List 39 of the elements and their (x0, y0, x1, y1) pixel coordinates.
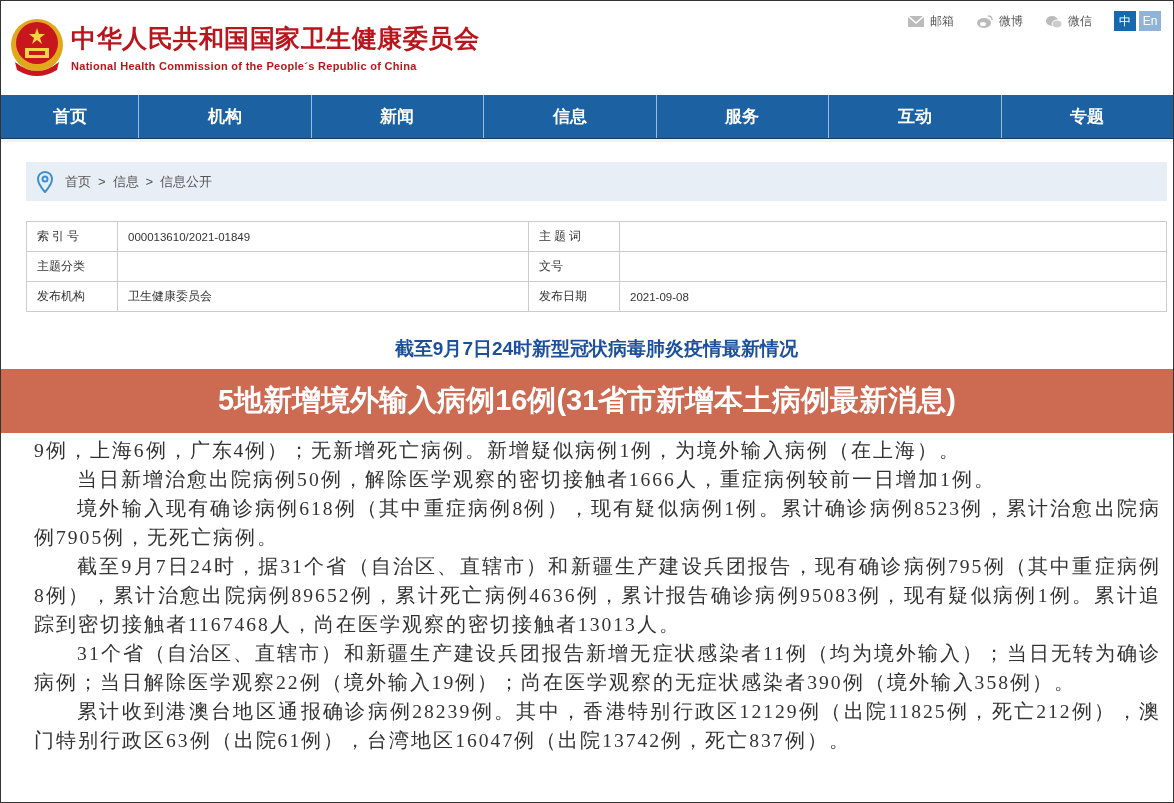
header-link[interactable]: 微博 (976, 12, 1023, 30)
language-button[interactable]: 中 (1114, 11, 1136, 31)
field-label: 发布机构 (37, 290, 85, 302)
headline-text: 5地新增境外输入病例16例(31省市新增本土病例最新消息) (218, 383, 956, 418)
breadcrumb-separator: > (98, 174, 106, 189)
article-paragraph: 累计收到港澳台地区通报确诊病例28239例。其中，香港特别行政区12129例（出院11825例，死亡212例），澳门特别行政区63例（出院61例），台湾地区16047例（出院13742例，死亡837例）。 (34, 700, 1161, 753)
location-pin-icon (37, 170, 53, 193)
nav-item[interactable]: 信息 (483, 95, 656, 138)
nav-item[interactable]: 新闻 (310, 95, 484, 138)
site-title: 中华人民共和国国家卫生健康委员会 (71, 23, 479, 54)
breadcrumb-link[interactable]: 信息 (112, 172, 139, 191)
nav-item[interactable]: 专题 (1000, 95, 1173, 138)
nav-item[interactable]: 机构 (138, 95, 311, 138)
field-label: 主题分类 (37, 260, 85, 272)
mail-icon (907, 13, 925, 29)
site-subtitle: National Health Commission of the People´s Republic of China (71, 60, 418, 72)
breadcrumb-separator: > (145, 174, 154, 189)
field-value: 000013610/2021-01849 (128, 230, 251, 243)
nav-item[interactable]: 首页 (1, 95, 139, 138)
header-link[interactable]: 微信 (1045, 12, 1092, 30)
header-link[interactable]: 邮箱 (907, 12, 954, 30)
field-value: 2021-09-08 (630, 290, 689, 303)
article-paragraph: 31个省（自治区、直辖市）和新疆生产建设兵团报告新增无症状感染者11例（均为境外输入）；当日无转为确诊病例；当日解除医学观察22例（境外输入19例）；尚在医学观察的无症状感染者390例（境外输入358例）。 (34, 642, 1161, 695)
article-paragraph: 9例，上海6例，广东4例）；无新增死亡病例。新增疑似病例1例，为境外输入病例（在上海）。 (34, 439, 963, 463)
article-paragraph: 截至9月7日24时，据31个省（自治区、直辖市）和新疆生产建设兵团报告，现有确诊病例795例（其中重症病例8例），累计治愈出院病例89652例，累计死亡病例4636例，累计报告确诊病例95083例，现有疑似病例1例。累计追踪到密切接触者1167468人，尚在医学观察的密切接触者13013人。 (34, 555, 1161, 637)
article-paragraph: 境外输入现有确诊病例618例（其中重症病例8例），现有疑似病例1例。累计确诊病例8523例，累计治愈出院病例7905例，无死亡病例。 (34, 497, 1161, 550)
article-paragraph: 当日新增治愈出院病例50例，解除医学观察的密切接触者1666人，重症病例较前一日增加1例。 (76, 468, 997, 492)
field-value: 卫生健康委员会 (128, 290, 212, 302)
emblem-icon (9, 18, 65, 76)
breadcrumb-link[interactable]: 首页 (65, 172, 91, 191)
breadcrumb-link[interactable]: 信息公开 (160, 172, 213, 191)
field-label: 主 题 词 (539, 230, 582, 242)
nav-item[interactable]: 互动 (828, 95, 1001, 138)
field-label: 文号 (539, 260, 563, 272)
field-label: 发布日期 (539, 290, 587, 302)
field-label: 索 引 号 (37, 230, 80, 242)
article-title: 截至9月7日24时新型冠状病毒肺炎疫情最新情况 (393, 337, 800, 361)
chat-bubbles-icon (1045, 13, 1063, 29)
nav-item[interactable]: 服务 (655, 95, 829, 138)
